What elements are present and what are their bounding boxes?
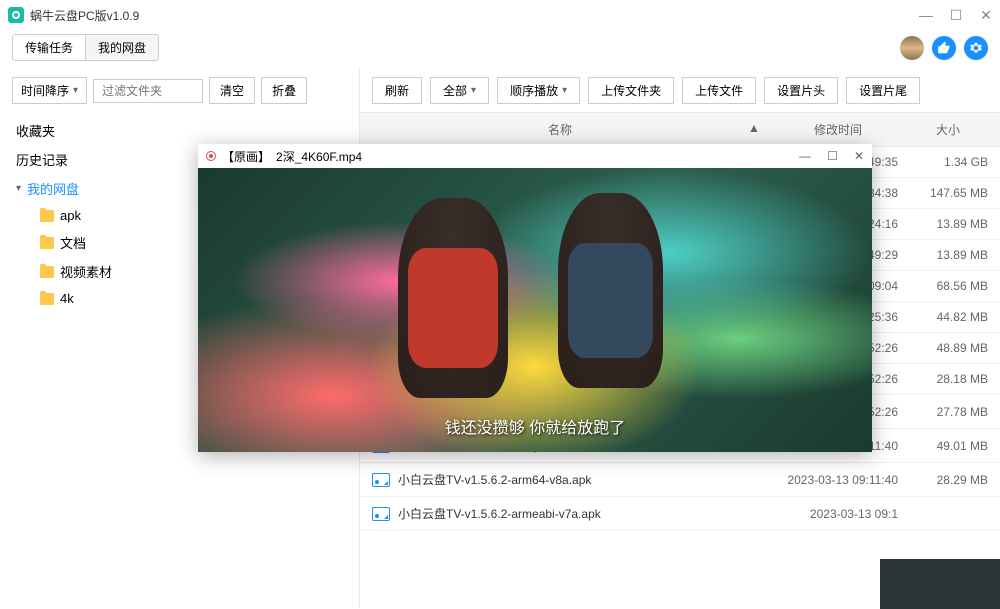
file-size: 147.65 MB [908, 186, 988, 200]
filter-all[interactable]: 全部▾ [430, 77, 489, 104]
file-icon [372, 507, 390, 521]
video-player-window: 【原画】 2深_4K60F.mp4 — ☐ ✕ 钱还没攒够 你就给放跑了 [198, 144, 872, 452]
video-quality: 【原画】 [222, 148, 270, 165]
record-icon [206, 151, 216, 161]
file-time: 2023-03-13 09:11:40 [768, 473, 908, 487]
upload-folder-button[interactable]: 上传文件夹 [588, 77, 674, 104]
sort-select[interactable]: 时间降序▾ [12, 77, 87, 104]
header-size[interactable]: 大小 [908, 121, 988, 138]
video-subtitle: 钱还没攒够 你就给放跑了 [198, 414, 872, 438]
file-size: 13.89 MB [908, 248, 988, 262]
file-size: 48.89 MB [908, 341, 988, 355]
file-icon [372, 473, 390, 487]
avatar[interactable] [900, 36, 924, 60]
file-row[interactable]: 小白云盘TV-v1.5.6.2-arm64-v8a.apk2023-03-13 … [360, 463, 1000, 497]
app-icon [8, 7, 24, 23]
video-minimize[interactable]: — [799, 149, 811, 163]
file-size: 13.89 MB [908, 217, 988, 231]
app-title: 蜗牛云盘PC版v1.0.9 [30, 7, 139, 24]
clear-button[interactable]: 清空 [209, 77, 255, 104]
file-size: 44.82 MB [908, 310, 988, 324]
file-size: 1.34 GB [908, 155, 988, 169]
file-size: 27.78 MB [908, 405, 988, 419]
set-tail-button[interactable]: 设置片尾 [846, 77, 920, 104]
file-size: 68.56 MB [908, 279, 988, 293]
upload-file-button[interactable]: 上传文件 [682, 77, 756, 104]
file-size: 28.18 MB [908, 372, 988, 386]
refresh-button[interactable]: 刷新 [372, 77, 422, 104]
tab-transfer[interactable]: 传输任务 [12, 34, 86, 61]
folder-icon [40, 210, 54, 222]
file-name: 小白云盘TV-v1.5.6.2-arm64-v8a.apk [398, 471, 768, 488]
search-input[interactable] [93, 79, 203, 103]
table-header: 名称 ▲ 修改时间 大小 [360, 112, 1000, 147]
header-time[interactable]: 修改时间 [768, 121, 908, 138]
folder-icon [40, 293, 54, 305]
folder-icon [40, 237, 54, 249]
collapse-button[interactable]: 折叠 [261, 77, 307, 104]
like-button[interactable] [932, 36, 956, 60]
main-tabs: 传输任务 我的网盘 [12, 34, 159, 61]
video-close[interactable]: ✕ [854, 149, 864, 163]
header-name[interactable]: 名称 [372, 121, 748, 138]
file-row[interactable]: 小白云盘TV-v1.5.6.2-armeabi-v7a.apk2023-03-1… [360, 497, 1000, 531]
sort-indicator[interactable]: ▲ [748, 121, 768, 138]
set-head-button[interactable]: 设置片头 [764, 77, 838, 104]
maximize-button[interactable]: ☐ [950, 9, 962, 21]
file-name: 小白云盘TV-v1.5.6.2-armeabi-v7a.apk [398, 505, 768, 522]
play-order[interactable]: 顺序播放▾ [497, 77, 580, 104]
folder-icon [40, 266, 54, 278]
minimize-button[interactable]: — [920, 9, 932, 21]
file-time: 2023-03-13 09:1 [768, 507, 908, 521]
tree-favorites[interactable]: 收藏夹 [12, 116, 347, 145]
video-frame[interactable]: 钱还没攒够 你就给放跑了 [198, 168, 872, 452]
settings-button[interactable] [964, 36, 988, 60]
close-button[interactable]: ✕ [980, 9, 992, 21]
titlebar: 蜗牛云盘PC版v1.0.9 — ☐ ✕ [0, 0, 1000, 30]
file-size: 28.29 MB [908, 473, 988, 487]
video-maximize[interactable]: ☐ [827, 149, 838, 163]
tab-mydisk[interactable]: 我的网盘 [86, 34, 159, 61]
bottom-overlay [880, 559, 1000, 609]
video-filename: 2深_4K60F.mp4 [276, 148, 362, 165]
file-size: 49.01 MB [908, 439, 988, 453]
